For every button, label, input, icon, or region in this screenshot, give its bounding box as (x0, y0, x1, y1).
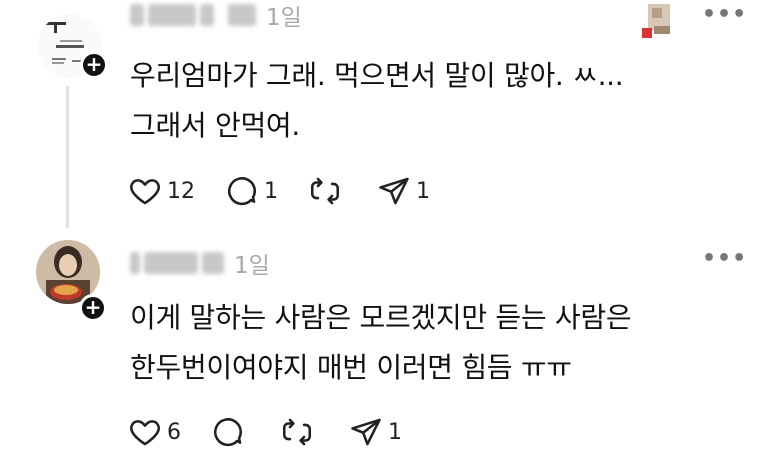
action-bar: 12 1 1 (128, 171, 460, 211)
more-icon[interactable]: ••• (702, 2, 747, 27)
heart-icon (130, 179, 160, 205)
heart-icon (130, 420, 160, 446)
comment-icon (214, 418, 243, 447)
reply-count: 1 (264, 178, 278, 204)
like-count: 12 (167, 178, 195, 204)
share-count: 1 (416, 178, 430, 204)
reply-button[interactable]: 1 (225, 171, 278, 211)
like-button[interactable]: 6 (128, 412, 181, 452)
username[interactable]: 1일 (130, 0, 302, 31)
reply-post: + 1일 ••• 우리엄마가 그래. 먹으면서 말이 많아. ㅆ... 그래서 … (0, 0, 764, 232)
follow-plus-icon[interactable]: + (80, 51, 108, 79)
post-text: 이게 말하는 사람은 모르겠지만 듣는 사람은 한두번이여야지 매번 이러면 힘… (130, 301, 632, 384)
send-icon (379, 177, 409, 205)
follow-plus-icon[interactable]: + (79, 294, 107, 322)
repost-button[interactable] (280, 412, 319, 452)
comment-icon (228, 177, 257, 206)
repost-icon (282, 418, 312, 446)
like-button[interactable]: 12 (128, 171, 195, 211)
action-bar: 6 1 (128, 412, 432, 452)
media-thumbnail[interactable] (642, 4, 674, 38)
like-count: 6 (167, 419, 181, 445)
send-icon (351, 418, 381, 446)
share-button[interactable]: 1 (349, 412, 402, 452)
reply-button[interactable] (211, 412, 250, 452)
repost-button[interactable] (308, 171, 347, 211)
post-time: 1일 (234, 253, 270, 279)
post-text: 우리엄마가 그래. 먹으면서 말이 많아. ㅆ... 그래서 안먹여. (130, 59, 624, 142)
post-time: 1일 (266, 5, 302, 31)
thread-line (66, 86, 69, 228)
share-count: 1 (388, 419, 402, 445)
more-icon[interactable]: ••• (702, 246, 747, 271)
username[interactable]: 1일 (130, 248, 270, 279)
repost-icon (310, 177, 340, 205)
reply-post: + 1일 ••• 이게 말하는 사람은 모르겠지만 듣는 사람은 한두번이여야지… (0, 232, 764, 467)
share-button[interactable]: 1 (377, 171, 430, 211)
